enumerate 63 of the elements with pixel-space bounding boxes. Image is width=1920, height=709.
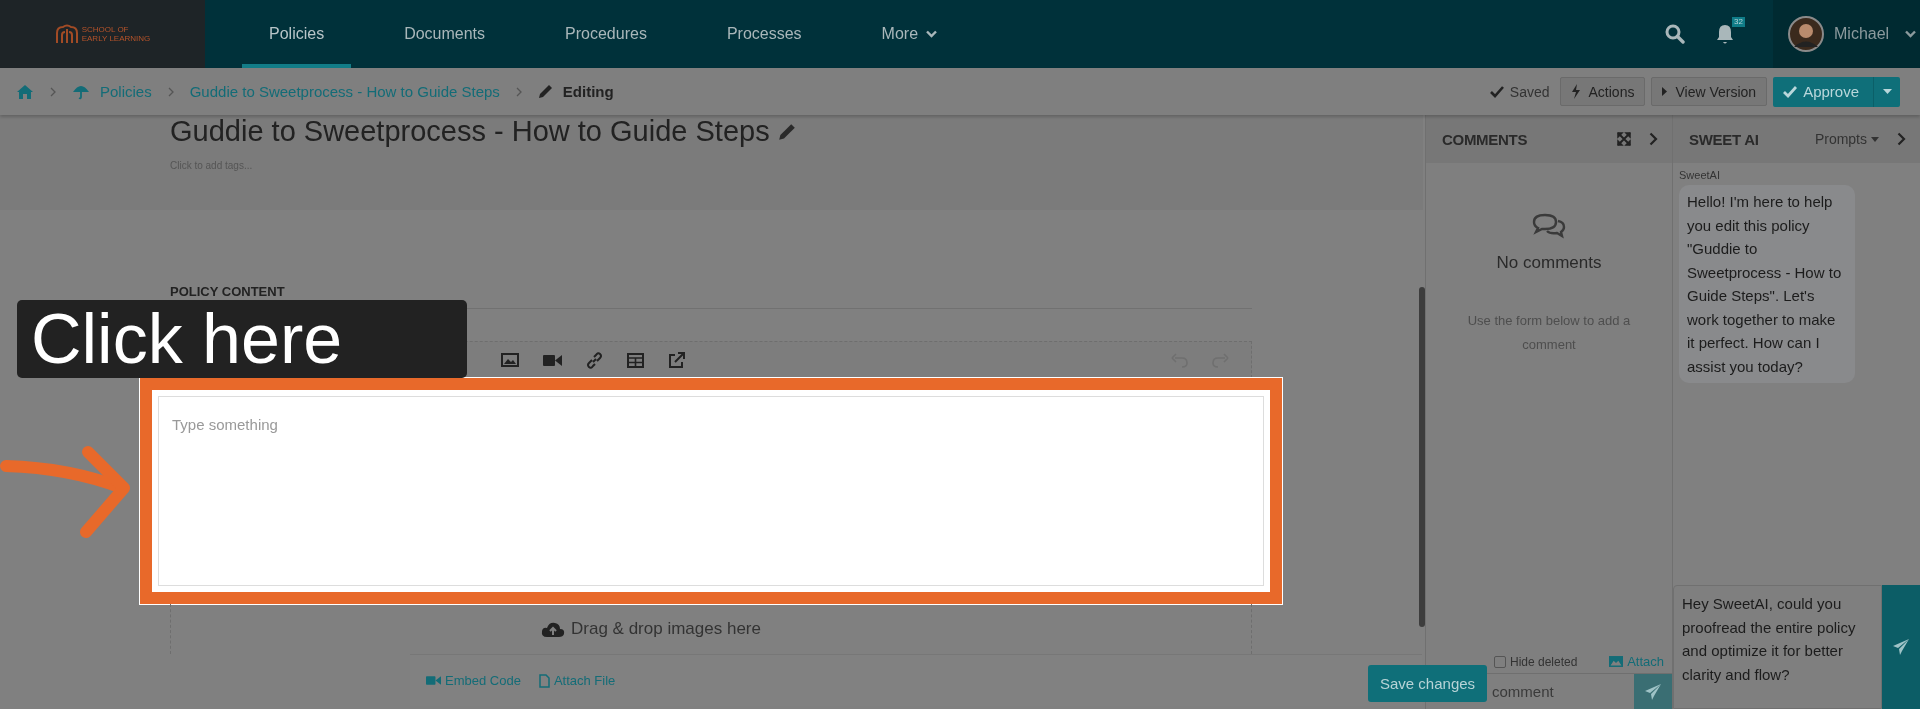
panel-title: SWEET AI	[1689, 130, 1759, 148]
caret-down-icon	[1871, 136, 1879, 142]
editor-field[interactable]: Type something	[140, 378, 1282, 604]
check-icon	[1489, 85, 1504, 98]
nav-tab[interactable]: More	[854, 0, 965, 68]
logo-text: SCHOOL OF	[81, 25, 130, 34]
send-icon	[1645, 683, 1661, 700]
image-icon	[1609, 656, 1624, 667]
saved-status: Saved	[1509, 83, 1550, 100]
avatar	[1788, 16, 1824, 52]
prompts-dropdown[interactable]: Prompts	[1814, 131, 1879, 147]
chat-input-field[interactable]: Hey SweetAI, could you proofread the entire policy and optimize it for better clarity and flow?	[1673, 585, 1882, 709]
file-icon	[538, 673, 550, 688]
expand-icon[interactable]	[1617, 132, 1631, 146]
umbrella-icon	[72, 83, 90, 100]
link-icon[interactable]	[586, 351, 603, 369]
chat-icon	[1532, 213, 1566, 239]
send-icon	[1893, 639, 1909, 655]
nav-tab[interactable]: Documents	[377, 0, 513, 68]
nav-tab[interactable]: Processes	[699, 0, 829, 68]
video-icon[interactable]	[543, 353, 562, 367]
logo[interactable]: SCHOOL OF EARLY LEARNING	[54, 23, 151, 45]
user-menu[interactable]: Michael	[1773, 0, 1920, 68]
chat-bubble: Hello! I'm here to help you edit this policy "Guddie to Sweetprocess - How to Guide Steps". Let's work together to make it perfect. How can I assist you today?	[1679, 185, 1855, 383]
hide-deleted-checkbox[interactable]: Hide deleted	[1494, 654, 1578, 669]
chevron-right-icon[interactable]	[1649, 132, 1658, 146]
chevron-down-icon	[926, 30, 938, 38]
checkbox[interactable]	[1494, 655, 1506, 668]
save-changes-button[interactable]: Save changes	[1368, 665, 1488, 702]
approve-dropdown-button[interactable]	[1873, 76, 1900, 107]
empty-title: No comments	[1496, 253, 1602, 273]
image-icon[interactable]	[501, 353, 519, 367]
document-title[interactable]: Guddie to Sweetprocess - How to Guide Steps	[170, 115, 770, 148]
logo-icon	[54, 23, 79, 45]
pencil-icon[interactable]	[777, 122, 796, 141]
bolt-icon	[1570, 84, 1581, 99]
caret-down-icon	[1882, 89, 1892, 94]
approve-button[interactable]: Approve	[1773, 76, 1873, 107]
chevron-right-icon	[50, 86, 56, 97]
logo-text: EARLY LEARNING	[81, 34, 151, 43]
cloud-upload-icon	[541, 620, 566, 638]
panel-title: COMMENTS	[1442, 130, 1528, 148]
external-link-icon[interactable]	[668, 351, 685, 369]
breadcrumb-current: Editing	[562, 83, 614, 100]
table-icon[interactable]	[627, 352, 644, 368]
chevron-right-icon	[167, 86, 174, 97]
caret-right-icon	[1662, 87, 1668, 96]
check-icon	[1783, 85, 1798, 98]
nav-tab[interactable]: Procedures	[538, 0, 674, 68]
video-icon	[426, 675, 441, 686]
message-sender: SweetAI	[1679, 169, 1721, 181]
pencil-icon	[537, 84, 553, 99]
chevron-right-icon[interactable]	[1897, 132, 1906, 146]
notification-badge: 32	[1732, 17, 1745, 27]
search-icon[interactable]	[1665, 24, 1685, 44]
chevron-right-icon	[515, 86, 522, 97]
scrollbar[interactable]	[1419, 287, 1425, 627]
bell-icon[interactable]	[1715, 23, 1735, 45]
view-version-button[interactable]: View Version	[1651, 77, 1768, 106]
send-button[interactable]	[1634, 674, 1672, 709]
callout-label: Click here	[17, 300, 467, 378]
chevron-down-icon	[1905, 30, 1917, 38]
actions-button[interactable]: Actions	[1559, 77, 1646, 106]
